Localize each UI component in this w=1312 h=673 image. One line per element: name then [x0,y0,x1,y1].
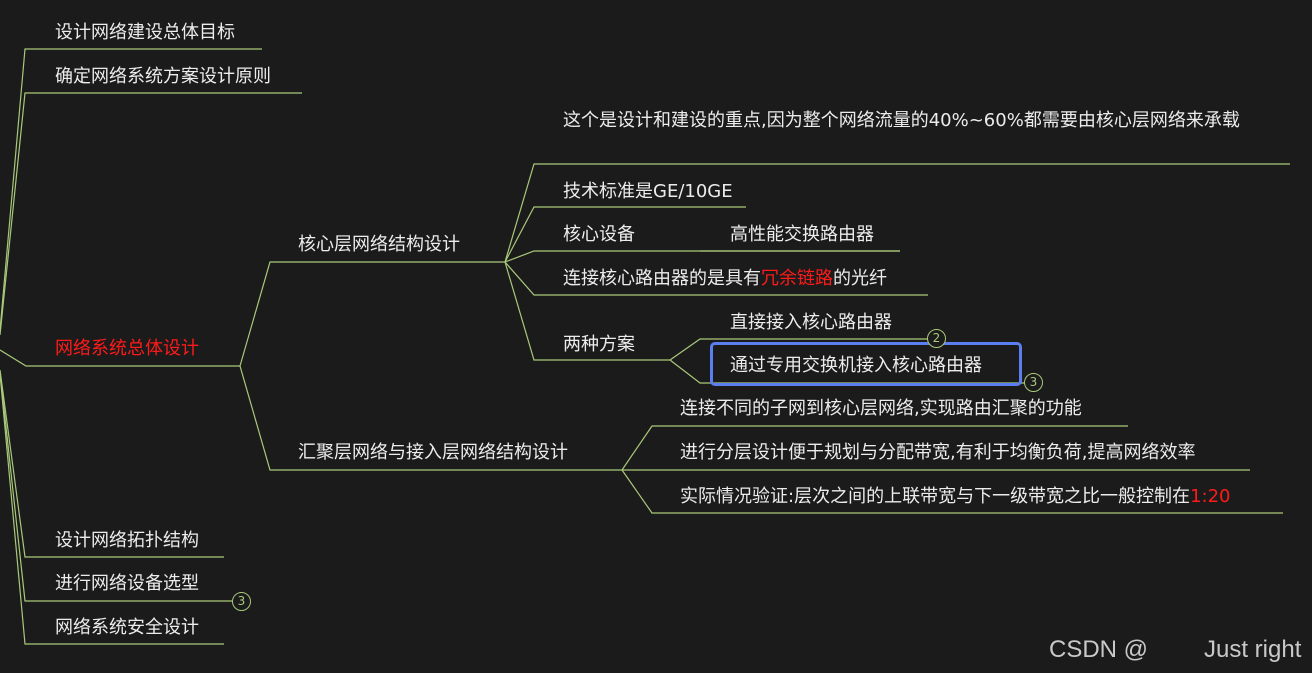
connector-top-1 [0,48,262,331]
scheme-via-switch[interactable]: 通过专用交换机接入核心路由器 [730,354,982,378]
core-link-highlight: 冗余链路 [761,268,833,289]
branch-security-design[interactable]: 网络系统安全设计 [55,616,199,640]
watermark-csdn: CSDN @ [1049,636,1149,663]
branch-network-goals[interactable]: 设计网络建设总体目标 [55,21,235,45]
core-device-label[interactable]: 核心设备 [563,223,635,247]
agg-subnet-connection[interactable]: 连接不同的子网到核心层网络,实现路由汇聚的功能 [680,397,1082,421]
agg-layered-design[interactable]: 进行分层设计便于规划与分配带宽,有利于均衡负荷,提高网络效率 [680,441,1195,465]
collapse-badge-device-selection[interactable]: 3 [232,592,251,611]
core-schemes-label[interactable]: 两种方案 [563,333,635,357]
topic-core-layer-design[interactable]: 核心层网络结构设计 [298,233,460,257]
connector-bottom-3 [0,373,224,645]
scheme-direct-access[interactable]: 直接接入核心路由器 [730,311,892,335]
branch-device-selection[interactable]: 进行网络设备选型 [55,572,199,596]
collapse-badge-scheme-1[interactable]: 2 [927,329,946,348]
core-link-fiber[interactable]: 连接核心路由器的是具有冗余链路的光纤 [563,267,887,291]
agg-ratio-prefix: 实际情况验证:层次之间的上联带宽与下一级带宽之比一般控制在 [680,486,1191,507]
main-topic-overall-design[interactable]: 网络系统总体设计 [55,337,199,361]
connector-top-2 [0,92,302,336]
core-device-value[interactable]: 高性能交换路由器 [730,223,874,247]
core-tech-standard[interactable]: 技术标准是GE/10GE [563,180,733,204]
watermark-author: Just right [1204,636,1302,663]
collapse-badge-scheme-2[interactable]: 3 [1024,373,1043,392]
agg-ratio-highlight: 1:20 [1190,486,1231,507]
connector-core [239,261,505,367]
connector-focus [504,163,1290,263]
branch-topology[interactable]: 设计网络拓扑结构 [55,529,199,553]
branch-design-principles[interactable]: 确定网络系统方案设计原则 [55,65,271,89]
core-link-prefix: 连接核心路由器的是具有 [563,268,761,289]
core-focus-note[interactable]: 这个是设计和建设的重点,因为整个网络流量的40%~60%都需要由核心层网络来承载 [563,108,1283,134]
agg-bandwidth-ratio[interactable]: 实际情况验证:层次之间的上联带宽与下一级带宽之比一般控制在1:20 [680,485,1230,509]
connector-device [504,250,900,263]
topic-aggregation-access-design[interactable]: 汇聚层网络与接入层网络结构设计 [298,441,568,465]
core-link-suffix: 的光纤 [833,268,887,289]
connector-bottom-2 [0,371,232,602]
